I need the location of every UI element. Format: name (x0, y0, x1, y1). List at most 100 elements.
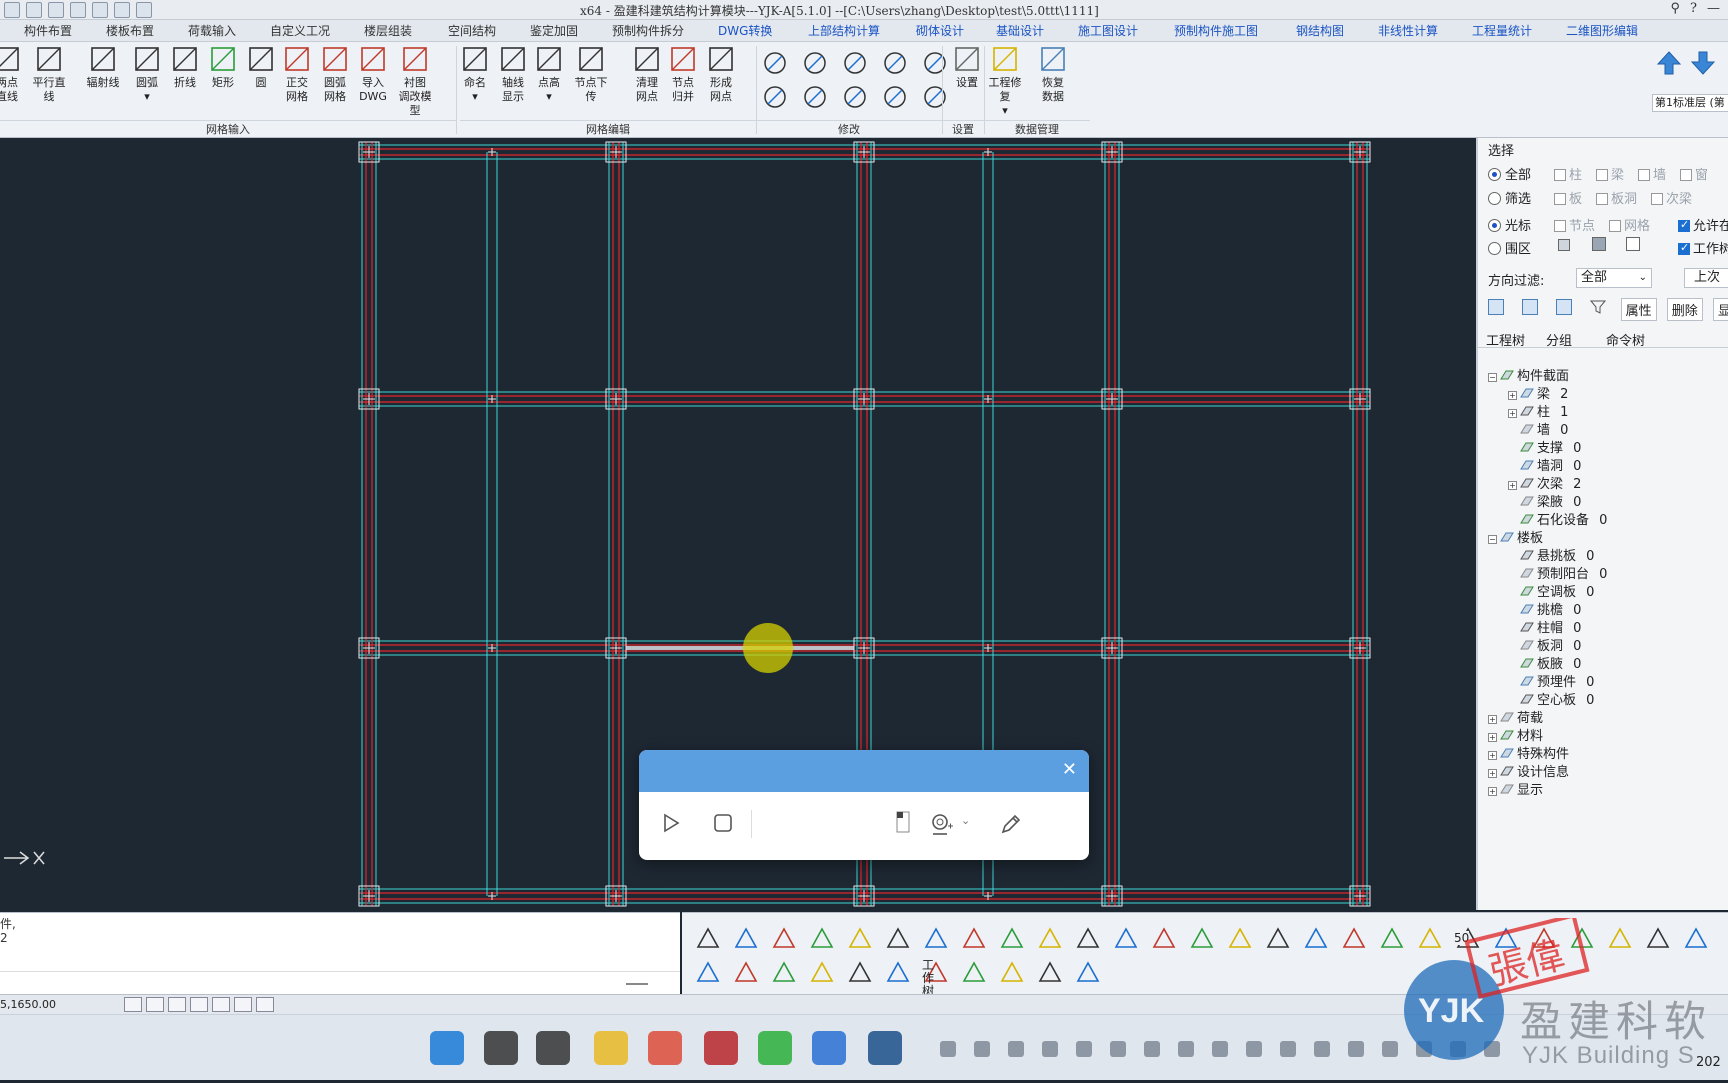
tree-toggle-icon[interactable]: + (1508, 391, 1517, 400)
minimize-icon[interactable]: — (1707, 1, 1720, 16)
app-icon[interactable] (704, 1031, 738, 1065)
tree-node[interactable]: − 构件截面 (1488, 368, 1607, 386)
tree-node[interactable]: 板腋 0 (1488, 656, 1607, 674)
tree-node[interactable]: 墙洞 0 (1488, 458, 1607, 476)
view-tool-0-23-icon[interactable] (1566, 923, 1598, 955)
tree-toggle-icon[interactable]: − (1488, 535, 1497, 544)
chevron-down-icon[interactable]: ⌄ (961, 814, 970, 827)
workspace-tree-button[interactable]: 工作树 (918, 959, 938, 998)
menu-12[interactable]: 施工图设计 (1078, 22, 1138, 39)
radio-button[interactable] (1488, 168, 1501, 181)
checkbox[interactable] (1638, 169, 1651, 181)
modify-tool-1-icon[interactable] (800, 48, 830, 78)
tree-node[interactable]: 空调板 0 (1488, 584, 1607, 602)
view-tool-0-18-icon[interactable] (1376, 923, 1408, 955)
ribbon-tool-axis-display[interactable]: 轴线 显示 (494, 44, 532, 104)
select-window-icon[interactable] (1626, 237, 1641, 251)
ribbon-tool-polyline[interactable]: 折线 (166, 44, 204, 90)
tree-node[interactable]: 预埋件 0 (1488, 674, 1607, 692)
ribbon-tool-import-dwg[interactable]: 导入 DWG (354, 44, 392, 104)
grid-node[interactable] (610, 146, 622, 158)
polar-icon[interactable] (190, 997, 208, 1012)
tray-icon[interactable] (1450, 1041, 1466, 1057)
view-tool-0-11-icon[interactable] (1110, 923, 1142, 955)
menu-7[interactable]: 预制构件拆分 (612, 22, 684, 39)
filter-icon[interactable] (1590, 299, 1607, 315)
tray-icon[interactable] (1042, 1041, 1058, 1057)
collapse-all-icon[interactable] (1522, 299, 1539, 315)
tree-node[interactable]: 板洞 0 (1488, 638, 1607, 656)
checkbox[interactable] (1680, 169, 1693, 181)
tree-node[interactable]: + 材料 (1488, 728, 1607, 746)
panel-tab-2[interactable]: 命令树 (1606, 330, 1645, 349)
command-area[interactable]: 件, 2 (0, 912, 680, 994)
ribbon-tool-project-repair[interactable]: 工程修复 ▾ (986, 44, 1024, 118)
tray-icon[interactable] (1348, 1041, 1364, 1057)
ribbon-tool-arc[interactable]: 圆弧 ▾ (128, 44, 166, 104)
grid-node[interactable] (363, 642, 375, 654)
view-tool-0-10-icon[interactable] (1072, 923, 1104, 955)
tree-toggle-icon[interactable]: − (1488, 373, 1497, 382)
refresh-icon[interactable] (1556, 299, 1573, 315)
tray-icon[interactable] (1212, 1041, 1228, 1057)
ortho-icon[interactable] (168, 997, 186, 1012)
allow-checkbox[interactable] (1678, 218, 1690, 232)
scale-label[interactable]: 50 (1454, 931, 1470, 945)
grid-node[interactable] (1354, 642, 1366, 654)
grid-node[interactable] (610, 890, 622, 902)
ribbon-tool-two-point-line[interactable]: 两点 直线 (0, 44, 26, 104)
play-icon[interactable] (661, 812, 681, 834)
pin-icon[interactable]: ⚲ (1670, 1, 1680, 16)
checkbox[interactable] (1651, 193, 1664, 205)
ribbon-tool-ortho-grid[interactable]: 正交 网格 (278, 44, 316, 104)
tray-icon[interactable] (1484, 1041, 1500, 1057)
view-tool-0-0-icon[interactable] (692, 923, 724, 955)
grid-node[interactable] (1354, 890, 1366, 902)
view-tool-0-13-icon[interactable] (1186, 923, 1218, 955)
view-tool-1-9-icon[interactable] (1034, 957, 1066, 989)
tree-toggle-icon[interactable]: + (1508, 409, 1517, 418)
yjk-icon[interactable] (812, 1031, 846, 1065)
select-mode-option[interactable]: 光标 (1488, 215, 1531, 234)
tray-icon[interactable] (1416, 1041, 1432, 1057)
grid-node[interactable] (1354, 393, 1366, 405)
edit-icon[interactable] (4, 2, 20, 18)
floor-selector[interactable]: 第1标准层 (第 (1652, 94, 1728, 112)
ribbon-tool-radial-line[interactable]: 辐射线 (84, 44, 122, 90)
tree-toggle-icon[interactable]: + (1488, 769, 1497, 778)
view-tool-0-16-icon[interactable] (1300, 923, 1332, 955)
tree-node[interactable]: + 次梁 2 (1488, 476, 1607, 494)
ribbon-tool-restore-data[interactable]: 恢复 数据 (1034, 44, 1072, 104)
view-tool-1-4-icon[interactable] (844, 957, 876, 989)
select-mode-option[interactable]: 筛选 (1488, 188, 1531, 207)
menu-15[interactable]: 非线性计算 (1378, 22, 1438, 39)
view-tool-0-4-icon[interactable] (844, 923, 876, 955)
view-tool-0-12-icon[interactable] (1148, 923, 1180, 955)
view-tool-1-0-icon[interactable] (692, 957, 724, 989)
floor-down-icon[interactable] (1690, 50, 1716, 76)
camera-off-icon[interactable] (893, 808, 917, 838)
view-tool-0-5-icon[interactable] (882, 923, 914, 955)
type-filter-check[interactable]: 窗 (1680, 168, 1708, 183)
menu-0[interactable]: 构件布置 (24, 22, 72, 39)
tree-node[interactable]: + 特殊构件 (1488, 746, 1607, 764)
save-icon[interactable] (114, 2, 130, 18)
ribbon-tool-node-merge[interactable]: 节点 归并 (664, 44, 702, 104)
pen-icon[interactable] (999, 812, 1023, 836)
menu-16[interactable]: 工程量统计 (1472, 22, 1532, 39)
grid-icon[interactable] (146, 997, 164, 1012)
tree-toggle-icon[interactable]: + (1488, 751, 1497, 760)
view-tool-0-2-icon[interactable] (768, 923, 800, 955)
tree-node[interactable]: + 荷载 (1488, 710, 1607, 728)
menu-8[interactable]: DWG转换 (718, 22, 772, 39)
tree-node[interactable]: + 梁 2 (1488, 386, 1607, 404)
cursor-highlight[interactable] (743, 623, 793, 673)
tree-node[interactable]: 墙 0 (1488, 422, 1607, 440)
work-checkbox[interactable] (1678, 241, 1690, 255)
ribbon-tool-clean-grid[interactable]: 清理 网点 (628, 44, 666, 104)
menu-1[interactable]: 楼板布置 (106, 22, 154, 39)
grid-node[interactable] (363, 393, 375, 405)
view-tool-0-21-icon[interactable] (1490, 923, 1522, 955)
tree-node[interactable]: 梁腋 0 (1488, 494, 1607, 512)
angle-icon[interactable] (234, 997, 252, 1012)
